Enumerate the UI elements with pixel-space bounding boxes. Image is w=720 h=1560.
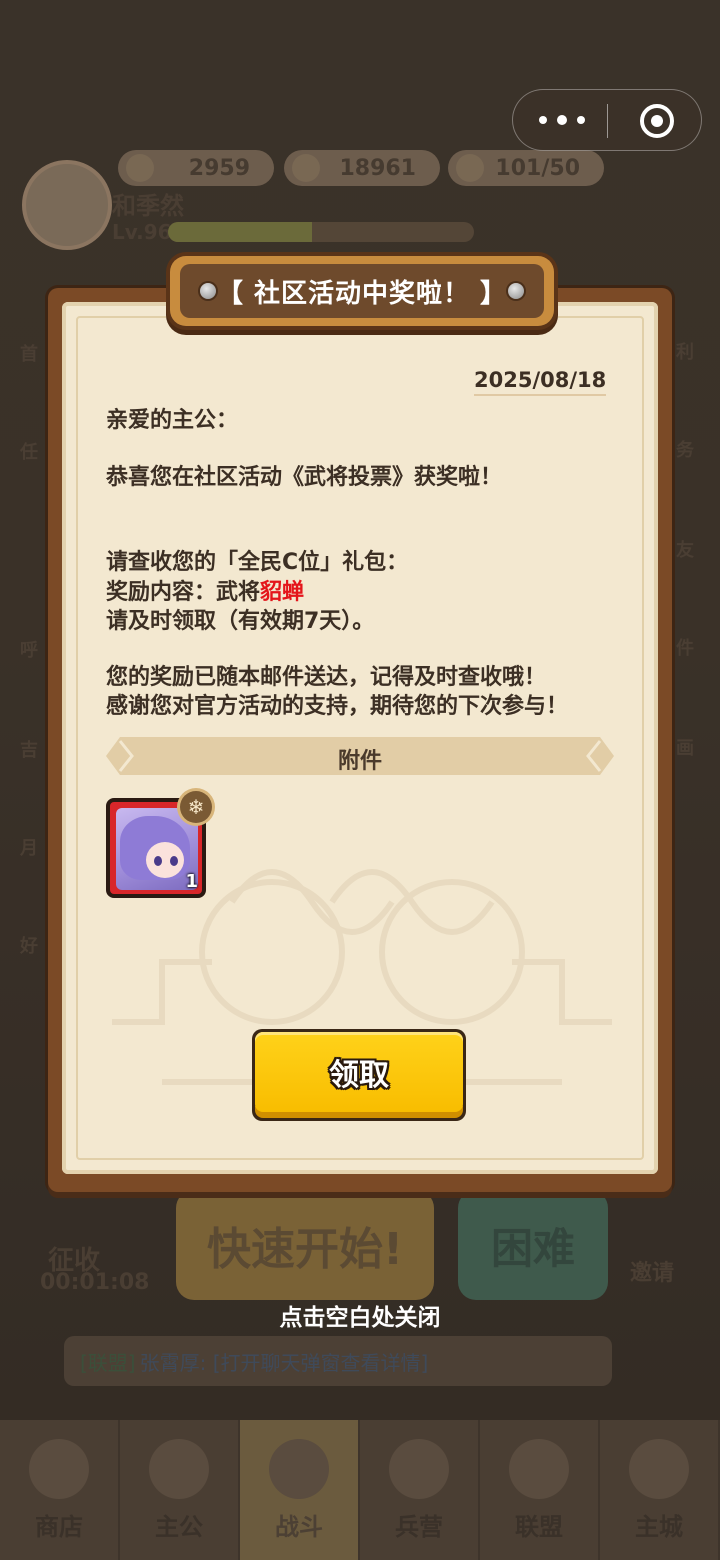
nav-label: 战斗 <box>275 1513 323 1541</box>
nav-label: 主城 <box>635 1513 683 1541</box>
nav-label: 主公 <box>155 1513 203 1541</box>
hero-eye <box>170 856 178 866</box>
city-icon <box>629 1439 689 1499</box>
side-left-label: 首 <box>20 344 38 365</box>
mail-greeting: 亲爱的主公： <box>106 408 239 433</box>
nav-barracks: 兵营 <box>360 1420 480 1560</box>
claim-button[interactable]: 领取 <box>252 1029 466 1121</box>
dialog-title-plate: 【 社区活动中奖啦！ 】 <box>170 256 554 326</box>
player-level: Lv.96 <box>112 220 172 244</box>
xp-bar <box>168 222 474 242</box>
player-avatar <box>22 160 112 250</box>
side-right-label: 画 <box>676 738 694 759</box>
chat-channel-tag: [联盟] <box>80 1350 136 1375</box>
chat-bar: [联盟] 张霄厚: [打开聊天弹窗查看详情] <box>64 1336 612 1386</box>
rivet-icon <box>200 283 216 299</box>
lord-icon <box>149 1439 209 1499</box>
barracks-icon <box>389 1439 449 1499</box>
capsule-divider <box>607 104 608 138</box>
invite-label: 邀请 <box>630 1261 675 1286</box>
rivet-icon <box>508 283 524 299</box>
side-left-label: 好 <box>20 936 38 957</box>
coin-icon <box>292 154 320 182</box>
gold-ingot-icon <box>126 154 154 182</box>
side-right-label: 利 <box>676 342 694 363</box>
mail-reward-line: 奖励内容：武将貂蝉 <box>106 574 304 606</box>
nav-shop: 商店 <box>0 1420 120 1560</box>
resource-food: 101/50 <box>448 150 604 186</box>
resource-coin: 18961 <box>284 150 440 186</box>
side-left-label: 呼 <box>20 640 38 661</box>
mail-reward-prefix: 奖励内容：武将 <box>106 580 261 605</box>
quick-start-button: 快速开始! <box>176 1190 434 1300</box>
attachment-label: 附件 <box>337 749 382 774</box>
nav-label: 兵营 <box>395 1513 443 1541</box>
side-left-label: 吉 <box>20 740 38 761</box>
claim-button-face: 领取 <box>255 1032 463 1112</box>
mail-check-pack: 请查收您的「全民C位」礼包： <box>106 550 409 575</box>
player-name: 和季然 <box>112 192 184 220</box>
shop-icon <box>29 1439 89 1499</box>
food-icon <box>456 154 484 182</box>
resource-food-value: 101/50 <box>495 155 580 181</box>
mail-sent-note: 您的奖励已随本邮件送达，记得及时查收哦！ <box>106 665 547 690</box>
resource-gold: 2959 <box>118 150 274 186</box>
attachment-banner: 附件 <box>106 737 614 775</box>
nav-label: 联盟 <box>515 1513 563 1541</box>
mail-congrats: 恭喜您在社区活动《武将投票》获奖啦！ <box>106 465 503 490</box>
nav-lord: 主公 <box>120 1420 240 1560</box>
mail-date: 2025/08/18 <box>474 368 607 396</box>
hero-eye <box>154 856 162 866</box>
nav-city: 主城 <box>600 1420 720 1560</box>
hero-face <box>146 842 184 878</box>
tap-to-close-hint[interactable]: 点击空白处关闭 <box>0 1298 720 1332</box>
snowflake-badge-icon: ❄ <box>180 791 212 823</box>
resource-gold-value: 2959 <box>188 155 250 181</box>
battle-icon <box>269 1439 329 1499</box>
side-right-label: 件 <box>676 638 694 659</box>
dialog-title-inner: 【 社区活动中奖啦！ 】 <box>180 264 544 318</box>
item-quantity: 1 <box>185 871 198 892</box>
mail-thanks: 感谢您对官方活动的支持，期待您的下次参与！ <box>106 694 569 719</box>
nav-alliance: 联盟 <box>480 1420 600 1560</box>
dialog-title: 【 社区活动中奖啦！ 】 <box>216 278 508 309</box>
miniprogram-capsule <box>512 89 702 151</box>
bottom-nav: 商店 主公 战斗 兵营 联盟 主城 <box>0 1420 720 1560</box>
chat-message: 张霄厚: [打开聊天弹窗查看详情] <box>139 1350 429 1375</box>
mail-claim-in-time: 请及时领取（有效期7天）。 <box>106 609 375 634</box>
side-right-label: 友 <box>676 540 694 561</box>
side-right-label: 务 <box>676 440 694 461</box>
more-options-icon[interactable] <box>539 108 585 132</box>
side-left-label: 任 <box>20 442 38 463</box>
side-left-label: 月 <box>20 838 38 859</box>
mail-reward-hero: 貂蝉 <box>260 580 305 605</box>
alliance-icon <box>509 1439 569 1499</box>
nav-battle: 战斗 <box>240 1420 360 1560</box>
exit-miniprogram-icon[interactable] <box>640 104 674 138</box>
claim-button-label: 领取 <box>329 1058 389 1093</box>
resource-coin-value: 18961 <box>339 155 416 181</box>
nav-label: 商店 <box>35 1513 83 1541</box>
collect-timer: 00:01:08 <box>40 1270 150 1295</box>
hard-mode-button: 困难 <box>458 1190 608 1300</box>
xp-bar-fill <box>168 222 312 242</box>
